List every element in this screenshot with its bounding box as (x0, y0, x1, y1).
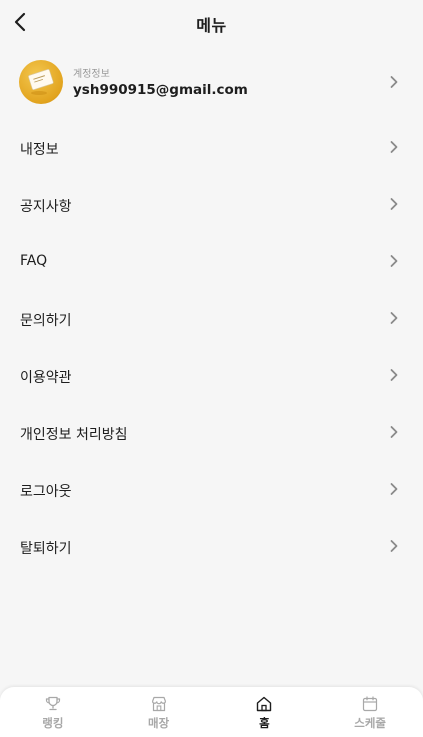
tab-label: 스케줄 (354, 716, 386, 730)
chevron-right-icon (390, 255, 398, 267)
tab-home[interactable]: 홈 (212, 687, 318, 737)
menu-item-my-info[interactable]: 내정보 (0, 119, 423, 176)
account-email: ysh990915@gmail.com (73, 82, 248, 98)
menu-item-faq[interactable]: FAQ (0, 233, 423, 290)
tab-store[interactable]: 매장 (106, 687, 212, 737)
menu-item-withdraw[interactable]: 탈퇴하기 (0, 518, 423, 575)
trophy-icon (45, 696, 60, 711)
header-bar: 메뉴 (0, 0, 423, 44)
avatar (19, 60, 63, 104)
menu-item-label: 내정보 (20, 142, 59, 158)
tab-label: 랭킹 (42, 716, 64, 730)
tab-ranking[interactable]: 랭킹 (0, 687, 106, 737)
chevron-right-icon (390, 76, 398, 88)
menu-item-label: 개인정보 처리방침 (20, 427, 128, 443)
bottom-tab-bar: 랭킹 매장 홈 스케줄 (0, 687, 423, 737)
menu-item-label: 로그아웃 (20, 484, 72, 500)
chevron-right-icon (390, 141, 398, 153)
menu-item-notices[interactable]: 공지사항 (0, 176, 423, 233)
menu-item-privacy-policy[interactable]: 개인정보 처리방침 (0, 404, 423, 461)
chevron-right-icon (390, 483, 398, 495)
menu-list: 내정보 공지사항 FAQ 문의하기 이용약관 개인정보 처리방침 로그아웃 탈퇴… (0, 119, 423, 575)
page-title: 메뉴 (196, 16, 227, 35)
menu-item-label: 이용약관 (20, 370, 72, 386)
menu-item-label: FAQ (20, 253, 48, 269)
menu-item-label: 탈퇴하기 (20, 541, 72, 557)
tab-schedule[interactable]: 스케줄 (317, 687, 423, 737)
store-icon (151, 696, 166, 712)
tab-label: 매장 (148, 716, 170, 730)
chevron-right-icon (390, 312, 398, 324)
calendar-icon (363, 696, 378, 712)
chevron-right-icon (390, 369, 398, 381)
menu-item-label: 공지사항 (20, 199, 72, 215)
chevron-right-icon (390, 198, 398, 210)
menu-item-logout[interactable]: 로그아웃 (0, 461, 423, 518)
tab-label: 홈 (259, 716, 270, 730)
chevron-right-icon (390, 426, 398, 438)
account-label: 계정정보 (73, 69, 110, 80)
menu-item-label: 문의하기 (20, 313, 72, 329)
chevron-right-icon (390, 540, 398, 552)
account-info-row[interactable]: 계정정보 ysh990915@gmail.com (0, 58, 423, 106)
home-icon (257, 696, 272, 712)
menu-item-inquiry[interactable]: 문의하기 (0, 290, 423, 347)
menu-item-terms[interactable]: 이용약관 (0, 347, 423, 404)
